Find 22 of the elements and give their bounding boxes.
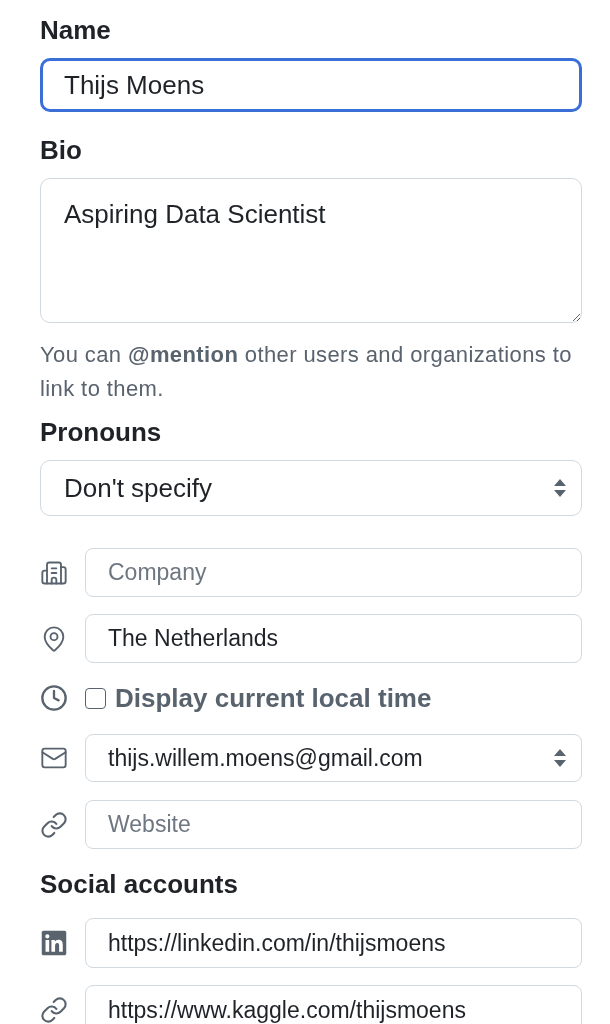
- name-label: Name: [40, 15, 112, 45]
- social-account-input[interactable]: https://www.kaggle.com/thijsmoens: [85, 985, 582, 1024]
- pronouns-select[interactable]: Don't specify: [40, 460, 582, 516]
- bio-hint: You can @mention other users and organizations to link to them.: [40, 341, 573, 403]
- link-icon: [40, 996, 68, 1024]
- bio-textarea[interactable]: Aspiring Data Scientist: [40, 178, 582, 323]
- clock-icon: [40, 684, 68, 712]
- select-caret-icon: [553, 748, 567, 768]
- link-icon: [40, 810, 68, 839]
- pronouns-label: Pronouns: [40, 417, 163, 447]
- local-time-label: Display current local time: [115, 681, 432, 715]
- company-input[interactable]: Company: [85, 548, 582, 597]
- linkedin-icon: [40, 929, 68, 957]
- website-input[interactable]: Website: [85, 800, 582, 849]
- select-caret-icon: [553, 478, 567, 498]
- social-accounts-heading: Social accounts: [40, 869, 239, 899]
- social-account-input[interactable]: https://linkedin.com/in/thijsmoens: [85, 918, 582, 968]
- name-input[interactable]: Thijs Moens: [40, 58, 582, 112]
- email-select[interactable]: thijs.willem.moens@gmail.com: [85, 734, 582, 782]
- location-input[interactable]: The Netherlands: [85, 614, 582, 663]
- local-time-checkbox[interactable]: [85, 687, 106, 709]
- bio-label: Bio: [40, 135, 83, 165]
